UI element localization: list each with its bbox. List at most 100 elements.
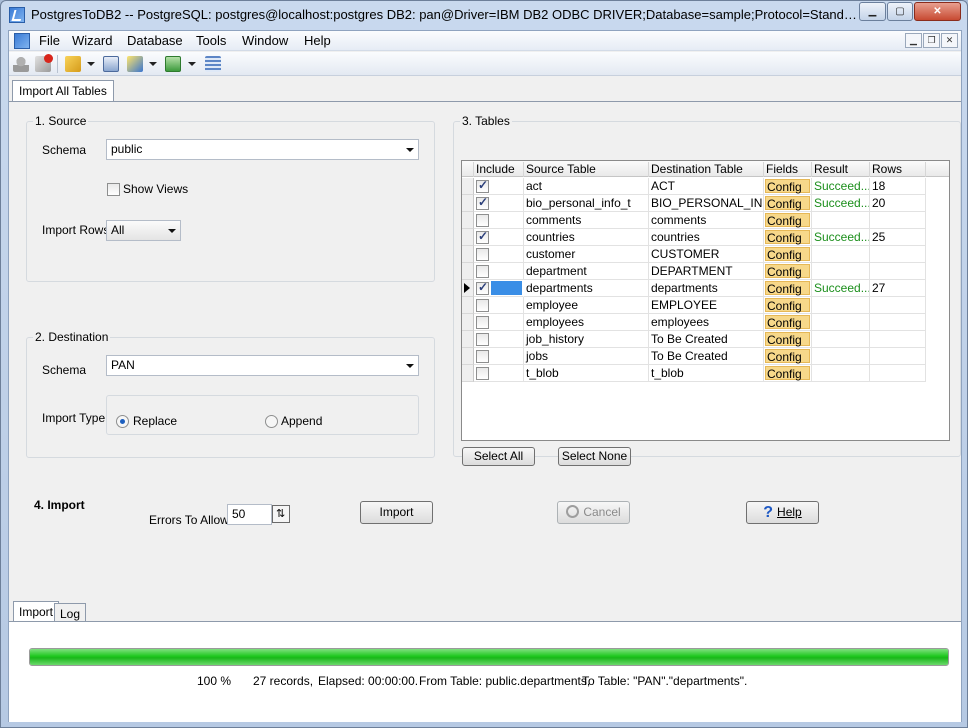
mdi-close-icon[interactable]: ✕ bbox=[941, 33, 958, 48]
errors-to-allow-input[interactable]: 50 bbox=[227, 504, 272, 525]
row-selector[interactable] bbox=[462, 297, 474, 314]
config-button[interactable]: Config bbox=[765, 349, 810, 364]
table-row[interactable]: comments comments Config bbox=[462, 212, 949, 229]
destination-table-cell[interactable]: departments bbox=[649, 280, 764, 297]
table-row[interactable]: jobs To Be Created Config bbox=[462, 348, 949, 365]
include-cell[interactable] bbox=[474, 331, 524, 348]
wizard-dropdown-icon[interactable] bbox=[87, 62, 95, 66]
config-button[interactable]: Config bbox=[765, 213, 810, 228]
config-button[interactable]: Config bbox=[765, 230, 810, 245]
include-checkbox[interactable] bbox=[476, 367, 489, 380]
tab-import-all-tables[interactable]: Import All Tables bbox=[12, 80, 114, 101]
minimize-button[interactable]: ▁ bbox=[859, 2, 886, 21]
column-rows[interactable]: Rows bbox=[870, 162, 926, 177]
config-button[interactable]: Config bbox=[765, 366, 810, 381]
table-row[interactable]: bio_personal_info_tBIO_PERSONAL_IN...Con… bbox=[462, 195, 949, 212]
include-cell[interactable] bbox=[474, 195, 524, 212]
include-checkbox[interactable] bbox=[476, 195, 489, 210]
include-cell[interactable] bbox=[474, 297, 524, 314]
destination-table-cell[interactable]: DEPARTMENT bbox=[649, 263, 764, 280]
include-cell[interactable] bbox=[474, 246, 524, 263]
close-button[interactable]: ✕ bbox=[914, 2, 961, 21]
replace-radio[interactable] bbox=[116, 415, 129, 428]
mdi-restore-icon[interactable]: ❐ bbox=[923, 33, 940, 48]
wizard-icon[interactable] bbox=[65, 56, 81, 72]
column-fields[interactable]: Fields bbox=[764, 162, 812, 177]
column-destination-table[interactable]: Destination Table bbox=[649, 162, 764, 177]
include-checkbox[interactable] bbox=[476, 229, 489, 244]
window-dropdown-icon[interactable] bbox=[188, 62, 196, 66]
document-icon[interactable] bbox=[14, 33, 30, 49]
row-selector[interactable] bbox=[462, 280, 474, 297]
include-checkbox[interactable] bbox=[476, 333, 489, 346]
menu-database[interactable]: Database bbox=[127, 33, 183, 48]
destination-table-cell[interactable]: employees bbox=[649, 314, 764, 331]
table-row[interactable]: customer CUSTOMER Config bbox=[462, 246, 949, 263]
destination-table-cell[interactable]: BIO_PERSONAL_IN... bbox=[649, 195, 764, 212]
destination-table-cell[interactable]: countries bbox=[649, 229, 764, 246]
menu-file[interactable]: File bbox=[39, 33, 60, 48]
destination-table-cell[interactable]: ACT bbox=[649, 178, 764, 195]
destination-table-cell[interactable]: t_blob bbox=[649, 365, 764, 382]
row-selector[interactable] bbox=[462, 314, 474, 331]
tab-import[interactable]: Import bbox=[13, 601, 60, 621]
table-editor-icon[interactable] bbox=[103, 56, 119, 72]
include-cell[interactable] bbox=[474, 229, 524, 246]
row-selector[interactable] bbox=[462, 263, 474, 280]
row-selector[interactable] bbox=[462, 331, 474, 348]
include-checkbox[interactable] bbox=[476, 350, 489, 363]
table-row[interactable]: employees employees Config bbox=[462, 314, 949, 331]
row-selector[interactable] bbox=[462, 195, 474, 212]
disconnect-icon[interactable] bbox=[35, 54, 53, 72]
column-source-table[interactable]: Source Table bbox=[524, 162, 649, 177]
select-all-button[interactable]: Select All bbox=[462, 447, 535, 466]
row-selector[interactable] bbox=[462, 246, 474, 263]
include-cell[interactable] bbox=[474, 280, 524, 297]
include-cell[interactable] bbox=[474, 263, 524, 280]
include-cell[interactable] bbox=[474, 212, 524, 229]
table-row[interactable]: job_history To Be Created Config bbox=[462, 331, 949, 348]
menu-help[interactable]: Help bbox=[304, 33, 331, 48]
append-radio[interactable] bbox=[265, 415, 278, 428]
connect-icon[interactable] bbox=[13, 56, 29, 72]
config-button[interactable]: Config bbox=[765, 196, 810, 211]
window-icon[interactable] bbox=[165, 56, 181, 72]
config-button[interactable]: Config bbox=[765, 247, 810, 262]
table-row[interactable]: t_blob t_blob Config bbox=[462, 365, 949, 382]
row-selector[interactable] bbox=[462, 229, 474, 246]
mdi-minimize-icon[interactable]: ▁ bbox=[905, 33, 922, 48]
destination-table-cell[interactable]: comments bbox=[649, 212, 764, 229]
select-none-button[interactable]: Select None bbox=[558, 447, 631, 466]
tools-icon[interactable] bbox=[127, 56, 143, 72]
config-button[interactable]: Config bbox=[765, 281, 810, 296]
table-row[interactable]: employee EMPLOYEE Config bbox=[462, 297, 949, 314]
config-button[interactable]: Config bbox=[765, 264, 810, 279]
include-checkbox[interactable] bbox=[476, 214, 489, 227]
tab-log[interactable]: Log bbox=[54, 603, 87, 621]
help-button[interactable]: ? Help bbox=[746, 501, 819, 524]
table-row[interactable]: departmentsdepartmentsConfigSucceed...27 bbox=[462, 280, 949, 297]
import-button[interactable]: Import bbox=[360, 501, 433, 524]
menu-tools[interactable]: Tools bbox=[196, 33, 226, 48]
config-button[interactable]: Config bbox=[765, 298, 810, 313]
config-button[interactable]: Config bbox=[765, 179, 810, 194]
destination-table-cell[interactable]: To Be Created bbox=[649, 331, 764, 348]
include-checkbox[interactable] bbox=[476, 316, 489, 329]
list-view-icon[interactable] bbox=[205, 56, 221, 72]
include-checkbox[interactable] bbox=[476, 178, 489, 193]
row-selector[interactable] bbox=[462, 178, 474, 195]
maximize-button[interactable]: ▢ bbox=[887, 2, 913, 21]
show-views-checkbox[interactable] bbox=[107, 183, 120, 196]
include-cell[interactable] bbox=[474, 348, 524, 365]
destination-schema-select[interactable]: PAN bbox=[106, 355, 419, 376]
config-button[interactable]: Config bbox=[765, 315, 810, 330]
column-include[interactable]: Include bbox=[474, 162, 524, 177]
include-cell[interactable] bbox=[474, 365, 524, 382]
tools-dropdown-icon[interactable] bbox=[149, 62, 157, 66]
include-checkbox[interactable] bbox=[476, 248, 489, 261]
row-selector[interactable] bbox=[462, 348, 474, 365]
destination-table-cell[interactable]: To Be Created bbox=[649, 348, 764, 365]
include-checkbox[interactable] bbox=[476, 299, 489, 312]
table-row[interactable]: department DEPARTMENT Config bbox=[462, 263, 949, 280]
include-checkbox[interactable] bbox=[476, 265, 489, 278]
